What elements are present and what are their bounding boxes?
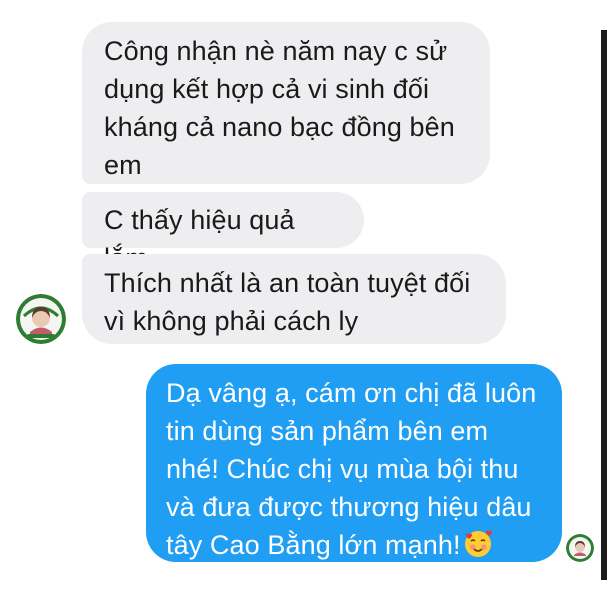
incoming-message-bubble[interactable]: C thấy hiệu quả lắm [82,192,364,273]
smiling-face-with-hearts-icon [463,529,493,559]
chat-thread: Công nhận nè năm nay c sử dụng kết hợp c… [0,0,607,607]
message-text: Công nhận nè năm nay c sử dụng kết hợp c… [104,36,455,180]
incoming-message-bubble[interactable]: Thích nhất là an toàn tuyệt đối vì không… [82,254,506,344]
message-text: Thích nhất là an toàn tuyệt đối vì không… [104,268,471,336]
right-edge-divider [601,30,607,580]
avatar-image-icon [16,294,66,344]
seen-avatar-icon [566,534,594,562]
seen-receipt-avatar [566,534,594,562]
outgoing-message-bubble[interactable]: Dạ vâng ạ, cám ơn chị đã luôn tin dùng s… [146,364,562,562]
sender-avatar[interactable] [16,294,66,344]
incoming-message-bubble[interactable]: Công nhận nè năm nay c sử dụng kết hợp c… [82,22,490,184]
